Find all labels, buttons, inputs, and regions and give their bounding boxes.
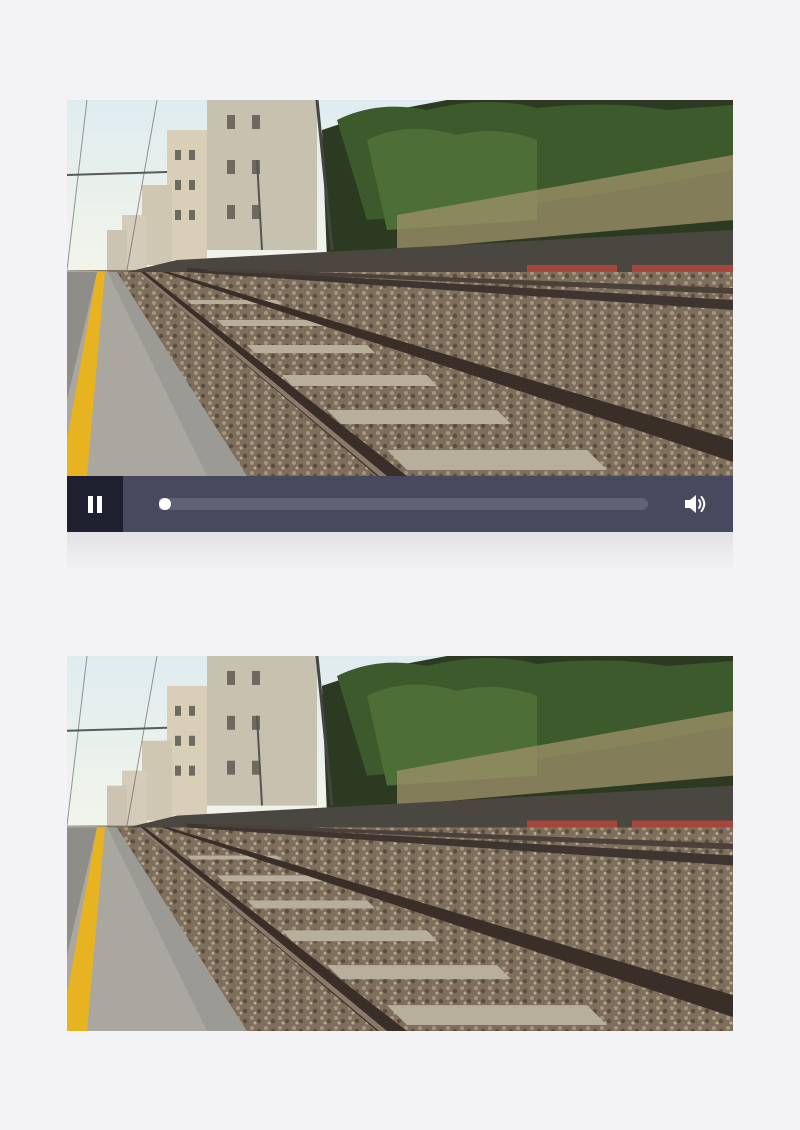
railway-video-image bbox=[67, 656, 733, 1031]
video-frame-top[interactable] bbox=[67, 100, 733, 476]
video-control-bar bbox=[67, 476, 733, 532]
volume-button[interactable] bbox=[681, 490, 709, 518]
pause-icon bbox=[86, 495, 104, 513]
progress-thumb[interactable] bbox=[159, 498, 171, 510]
control-bar-reflection bbox=[67, 532, 733, 572]
speaker-volume-icon bbox=[685, 495, 706, 513]
railway-video-image bbox=[67, 100, 733, 476]
video-frame-bottom[interactable] bbox=[67, 656, 733, 1031]
progress-slider[interactable] bbox=[159, 498, 648, 510]
pause-button[interactable] bbox=[67, 476, 123, 532]
